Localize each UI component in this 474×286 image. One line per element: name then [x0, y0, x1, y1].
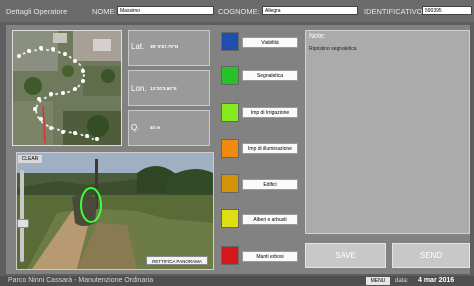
clear-button[interactable]: CLEAR	[18, 155, 42, 163]
header-title: Dettagli Operatore	[6, 7, 68, 16]
cognome-label: COGNOME:	[218, 7, 260, 16]
send-button[interactable]: SEND	[392, 243, 470, 268]
notes-content: Ripristino segnaletica	[309, 46, 357, 52]
cognome-field[interactable]: Allegra	[262, 6, 358, 15]
irrigazione-button[interactable]: Imp di Irrigazione	[242, 107, 298, 118]
edifici-color-swatch[interactable]	[221, 174, 239, 193]
altitude-value: 40 m	[150, 125, 161, 130]
longitude-value: 13°20'3.60"E	[150, 86, 177, 91]
edifici-button[interactable]: Edifici	[242, 179, 298, 190]
latitude-label: Lat.	[131, 42, 145, 51]
satellite-map-image	[13, 31, 121, 145]
zoom-slider-handle[interactable]	[17, 219, 29, 228]
date-label: data:	[395, 278, 409, 284]
site-photo-image	[17, 153, 213, 269]
longitude-label: Lon.	[131, 84, 147, 93]
illuminazione-button[interactable]: Imp di illuminazione	[242, 143, 298, 154]
nome-label: NOME:	[92, 7, 117, 16]
date-value: 4 mar 2016	[418, 277, 455, 284]
identificativo-label: IDENTIFICATIVO:	[364, 7, 425, 16]
rettifica-panorama-button[interactable]: RETTIFICA PANORAMA	[146, 256, 208, 265]
alberi-button[interactable]: Alberi e arbusti	[242, 214, 298, 225]
segnaletica-color-swatch[interactable]	[221, 66, 239, 85]
notes-textarea[interactable]	[305, 30, 470, 234]
irrigazione-color-swatch[interactable]	[221, 103, 239, 122]
zoom-slider[interactable]	[20, 170, 24, 262]
footer-title: Parco Ninni Cassarà - Manutenzione Ordin…	[8, 277, 154, 284]
segnaletica-button[interactable]: Segnaletica	[242, 70, 298, 81]
notes-label: Note:	[309, 33, 326, 40]
save-button[interactable]: SAVE	[305, 243, 386, 268]
satellite-map[interactable]	[12, 30, 122, 146]
latitude-value: 38° 8'57.79"N	[150, 44, 179, 49]
identificativo-field[interactable]: 590395	[422, 6, 472, 15]
nome-field[interactable]: Massimo	[117, 6, 214, 15]
illuminazione-color-swatch[interactable]	[221, 139, 239, 158]
manti-erbosi-button[interactable]: Manti erbosi	[242, 251, 298, 262]
altitude-label: Q.	[131, 123, 140, 132]
altitude-box	[128, 110, 210, 146]
viabilita-button[interactable]: Viabilità	[242, 37, 298, 48]
viabilita-color-swatch[interactable]	[221, 32, 239, 51]
menu-button[interactable]: MENU	[366, 277, 390, 285]
site-photo[interactable]	[16, 152, 214, 270]
manti-erbosi-color-swatch[interactable]	[221, 246, 239, 265]
alberi-color-swatch[interactable]	[221, 209, 239, 228]
